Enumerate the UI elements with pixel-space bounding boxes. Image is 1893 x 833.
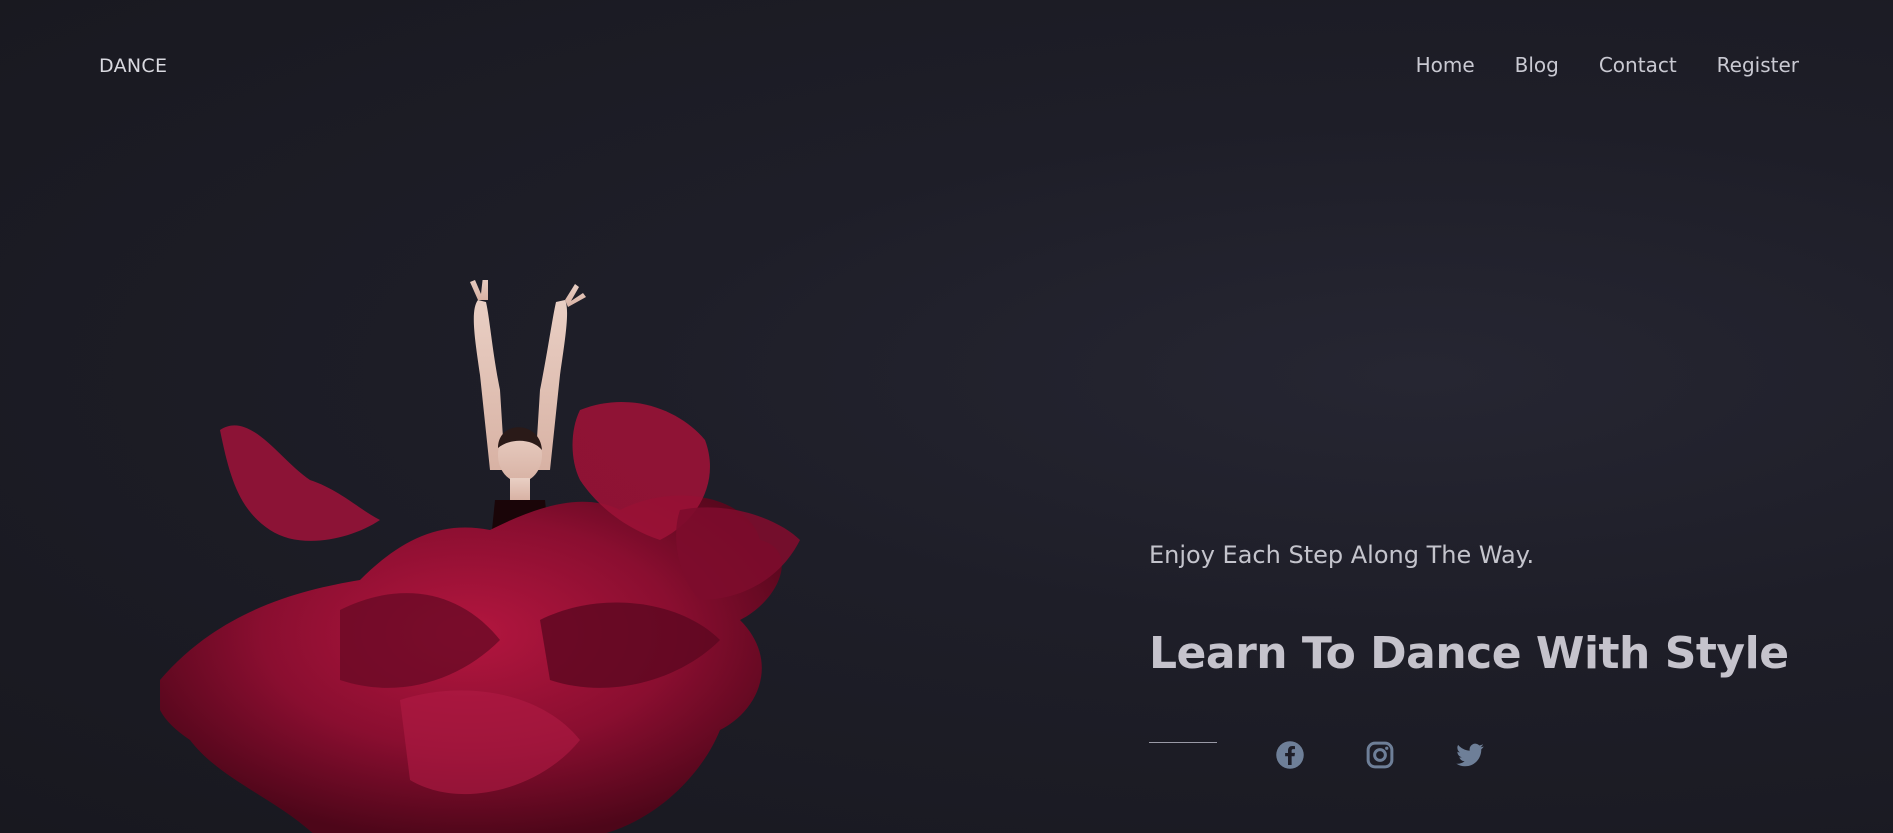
nav-home-link[interactable]: Home (1416, 53, 1475, 77)
dancer-image (160, 280, 800, 833)
social-links (1275, 740, 1485, 770)
hero-page: DANCE Home Blog Contact Register Enjoy E… (0, 0, 1893, 833)
hero-headline: Learn To Dance With Style (1149, 628, 1789, 679)
facebook-icon[interactable] (1275, 740, 1305, 770)
instagram-icon[interactable] (1365, 740, 1395, 770)
main-nav: Home Blog Contact Register (1416, 53, 1799, 77)
hero-tagline: Enjoy Each Step Along The Way. (1149, 541, 1535, 569)
nav-register-link[interactable]: Register (1717, 53, 1799, 77)
divider-line (1149, 742, 1217, 743)
nav-contact-link[interactable]: Contact (1599, 53, 1677, 77)
twitter-icon[interactable] (1455, 740, 1485, 770)
nav-blog-link[interactable]: Blog (1515, 53, 1559, 77)
site-logo[interactable]: DANCE (99, 55, 167, 77)
